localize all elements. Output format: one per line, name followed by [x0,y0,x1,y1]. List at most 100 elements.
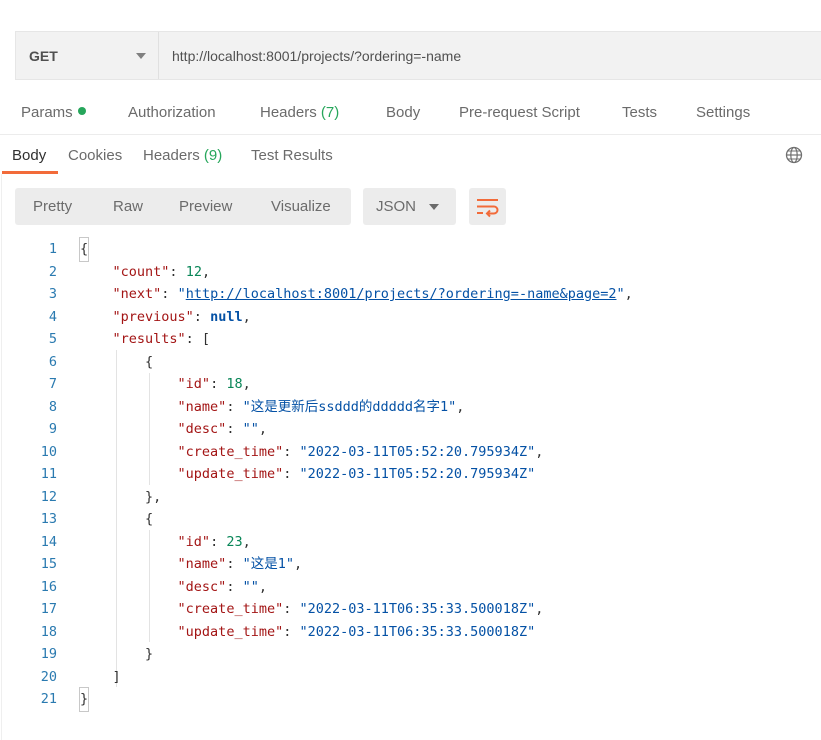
code-line: 11 "update_time": "2022-03-11T05:52:20.7… [0,463,821,486]
json-value: 这是1 [250,556,286,572]
tab-label: Params [21,104,73,121]
tab-label: Tests [622,104,658,121]
active-tab-underline [2,171,58,174]
format-select[interactable]: JSON [363,188,456,225]
code-line: 1{ [0,237,821,262]
code-line: 7 "id": 18, [0,373,821,396]
json-brace: } [78,687,90,712]
code-line: 17 "create_time": "2022-03-11T06:35:33.5… [0,598,821,621]
json-value: null [210,308,243,325]
view-raw-button[interactable]: Raw [113,198,143,215]
line-number: 11 [40,466,57,482]
tab-count: (7) [320,104,340,121]
tab-settings[interactable]: Settings [696,104,750,121]
method-select[interactable]: GET [16,32,159,79]
line-number: 8 [48,398,57,415]
code-line: 15 "name": "这是1", [0,553,821,576]
tab-label: Cookies [68,147,123,164]
response-tab-test-results[interactable]: Test Results [251,147,333,164]
request-bar: GET http://localhost:8001/projects/?orde… [15,31,821,80]
request-tabs: Params Authorization Headers (7) Body Pr… [0,96,821,132]
tab-body[interactable]: Body [386,104,420,121]
line-number: 15 [40,556,57,572]
json-brace: { [78,237,90,262]
code-line: 18 "update_time": "2022-03-11T06:35:33.5… [0,621,821,644]
wrap-lines-icon [477,199,499,218]
tab-authorization[interactable]: Authorization [128,104,216,121]
line-number: 21 [40,691,57,707]
json-value: 18 [226,376,243,392]
line-number: 16 [40,578,57,595]
json-value: 23 [226,533,243,550]
json-value: 12 [185,263,202,280]
tab-label: Body [386,104,421,121]
view-mode-bar: Pretty Raw Preview Visualize [15,188,351,225]
chevron-down-icon [429,204,439,210]
line-number: 13 [40,511,57,527]
code-line: 10 "create_time": "2022-03-11T05:52:20.7… [0,441,821,464]
tab-label: Headers [260,104,317,121]
tab-label: Headers [143,147,200,164]
code-line: 2 "count": 12, [0,261,821,284]
code-line: 16 "desc": "", [0,576,821,599]
line-number: 2 [48,263,57,280]
globe-icon[interactable] [785,146,803,164]
code-line: 13 { [0,508,821,531]
tab-label: Authorization [128,104,216,121]
line-number: 17 [40,601,57,617]
json-value: 2022-03-11T05:52:20.795934Z [307,443,528,460]
code-line: 21} [0,687,821,712]
response-tab-headers[interactable]: Headers (9) [143,147,222,164]
code-line: 6 { [0,351,821,374]
tab-params[interactable]: Params [21,104,86,121]
code-line: 14 "id": 23, [0,531,821,554]
url-input[interactable]: http://localhost:8001/projects/?ordering… [159,32,821,79]
tab-pre-request-script[interactable]: Pre-request Script [459,104,580,121]
wrap-lines-button[interactable] [469,188,506,225]
json-value: 2022-03-11T06:35:33.500018Z [307,601,528,617]
view-pretty-button[interactable]: Pretty [33,198,72,215]
next-page-link[interactable]: http://localhost:8001/projects/?ordering… [186,286,617,302]
line-number: 10 [40,443,57,460]
tab-label: Test Results [251,147,333,164]
response-tab-body[interactable]: Body [12,147,46,164]
method-label: GET [29,47,58,64]
code-line: 12 }, [0,486,821,509]
line-number: 3 [48,286,57,302]
line-number: 12 [40,488,57,505]
tab-label: Settings [696,104,751,121]
code-line: 20 ] [0,666,821,689]
view-visualize-button[interactable]: Visualize [271,198,331,215]
line-number: 5 [48,331,57,347]
line-number: 6 [48,353,57,370]
json-value: 2022-03-11T05:52:20.795934Z [307,466,528,482]
tab-tests[interactable]: Tests [622,104,657,121]
code-line: 9 "desc": "", [0,418,821,441]
chevron-down-icon [136,53,146,59]
tab-count: (9) [203,147,223,164]
json-value: 2022-03-11T06:35:33.500018Z [307,623,528,640]
view-preview-button[interactable]: Preview [179,198,232,215]
divider [0,134,821,135]
code-line: 8 "name": "这是更新后ssddd的ddddd名字1", [0,396,821,419]
code-line: 4 "previous": null, [0,306,821,329]
line-number: 7 [48,376,57,392]
code-line: 5 "results": [ [0,328,821,351]
tab-label: Pre-request Script [459,104,580,121]
line-number: 18 [40,623,57,640]
tab-label: Body [12,147,47,164]
format-label: JSON [376,198,417,215]
line-number: 4 [48,308,57,325]
line-number: 20 [40,668,57,685]
line-number: 1 [48,241,57,257]
tab-headers[interactable]: Headers (7) [260,104,339,121]
response-tab-cookies[interactable]: Cookies [68,147,122,164]
status-dot-icon [77,107,86,115]
json-value: 这是更新后ssddd的ddddd名字1 [250,398,449,415]
line-number: 19 [40,646,57,662]
line-number: 14 [40,533,57,550]
url-text: http://localhost:8001/projects/?ordering… [172,47,462,64]
response-body-viewer[interactable]: 1{ 2 "count": 12, 3 "next": "http://loca… [0,237,821,712]
line-number: 9 [48,421,57,437]
code-line: 3 "next": "http://localhost:8001/project… [0,283,821,306]
